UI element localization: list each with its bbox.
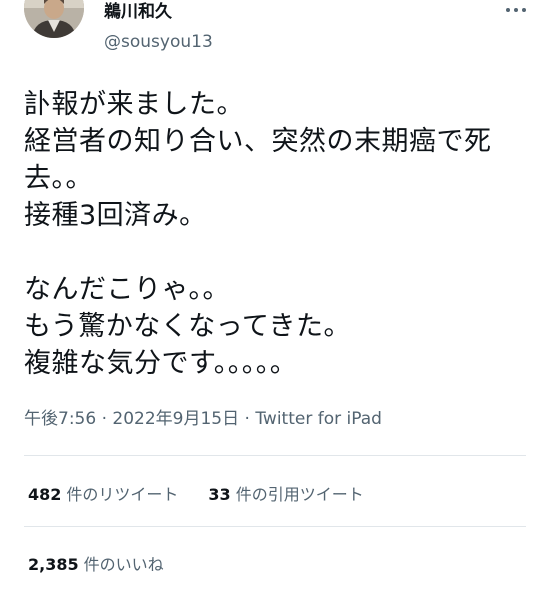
tweet-line: もう驚かなくなってきた。 [24, 311, 352, 342]
quotes-stat[interactable]: 33 件の引用ツイート [208, 481, 363, 505]
dot [514, 8, 518, 12]
author-name[interactable]: 鵜川和久 [104, 2, 172, 22]
tweet-line: 訃報が来ました。 [24, 89, 244, 120]
tweet-time[interactable]: 午後7:56 [24, 409, 96, 429]
divider [24, 526, 526, 527]
more-horizontal-icon[interactable] [502, 2, 530, 18]
tweet-text: 訃報が来ました。 経営者の知り合い、突然の末期癌で死 去。。 接種3回済み。 ​… [24, 86, 539, 382]
retweet-count: 482 [28, 485, 62, 504]
tweet-line-blank: ​ [24, 234, 539, 271]
tweet-date[interactable]: 2022年9月15日 [112, 409, 239, 429]
retweets-stat[interactable]: 482 件のリツイート [28, 481, 178, 505]
divider [24, 455, 526, 456]
tweet-line: 去。。 [24, 163, 93, 194]
engagement-stats: 482 件のリツイート 33 件の引用ツイート [28, 481, 364, 505]
quote-count: 33 [208, 485, 231, 504]
dot [506, 8, 510, 12]
tweet-source[interactable]: Twitter for iPad [255, 409, 382, 429]
dot [522, 8, 526, 12]
tweet-line: なんだこりゃ。。 [24, 274, 230, 305]
avatar[interactable] [24, 0, 84, 38]
meta-separator: · [239, 409, 256, 429]
like-count: 2,385 [28, 555, 79, 574]
retweet-label: 件のリツイート [66, 485, 179, 504]
tweet-line: 接種3回済み。 [24, 200, 207, 231]
tweet-line: 経営者の知り合い、突然の末期癌で死 [24, 126, 492, 157]
likes-stat[interactable]: 2,385 件のいいね [28, 551, 164, 575]
meta-separator: · [96, 409, 113, 429]
tweet-meta: 午後7:56 · 2022年9月15日 · Twitter for iPad [24, 408, 382, 430]
tweet-line: 複雑な気分です。。。。。 [24, 348, 298, 379]
quote-label: 件の引用ツイート [235, 485, 364, 504]
tweet-detail: 鵜川和久 @sousyou13 訃報が来ました。 経営者の知り合い、突然の末期癌… [0, 0, 550, 595]
likes-row: 2,385 件のいいね [28, 551, 164, 575]
author-handle[interactable]: @sousyou13 [104, 32, 213, 52]
like-label: 件のいいね [83, 555, 164, 574]
